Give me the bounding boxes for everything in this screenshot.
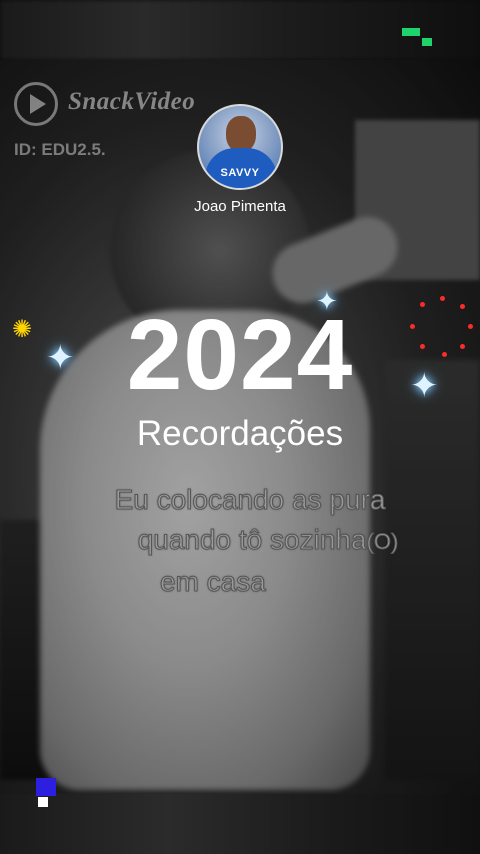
creator-username[interactable]: Joao Pimenta [140,198,340,215]
caption-line: quando tô sozinha(O) [40,520,460,562]
year-title: 2024 [126,299,354,411]
status-indicator [402,28,420,36]
status-indicator [38,797,48,807]
blurred-bottom-band [0,794,480,854]
sun-icon: ✺ [12,316,33,343]
status-indicator [422,38,432,46]
creator-avatar[interactable]: SAVVY [197,104,283,190]
status-indicator [36,778,56,796]
avatar-face [226,116,256,152]
caption-suffix: (O) [366,529,399,555]
video-caption: Eu colocando as pura quando tô sozinha(O… [40,480,460,602]
avatar-sponsor-text: SAVVY [220,167,260,179]
play-icon [30,94,46,114]
caption-text: quando tô sozinha [137,524,367,556]
caption-line: Eu colocando as pura [114,484,386,516]
watermark-id: ID: EDU2.5. [14,140,106,159]
watermark-brand: SnackVideo [68,88,196,115]
video-screen[interactable]: SnackVideo ID: EDU2.5. SAVVY Joao Piment… [0,0,480,854]
memories-subtitle: Recordações [136,414,344,453]
caption-line: em casa [160,566,267,598]
